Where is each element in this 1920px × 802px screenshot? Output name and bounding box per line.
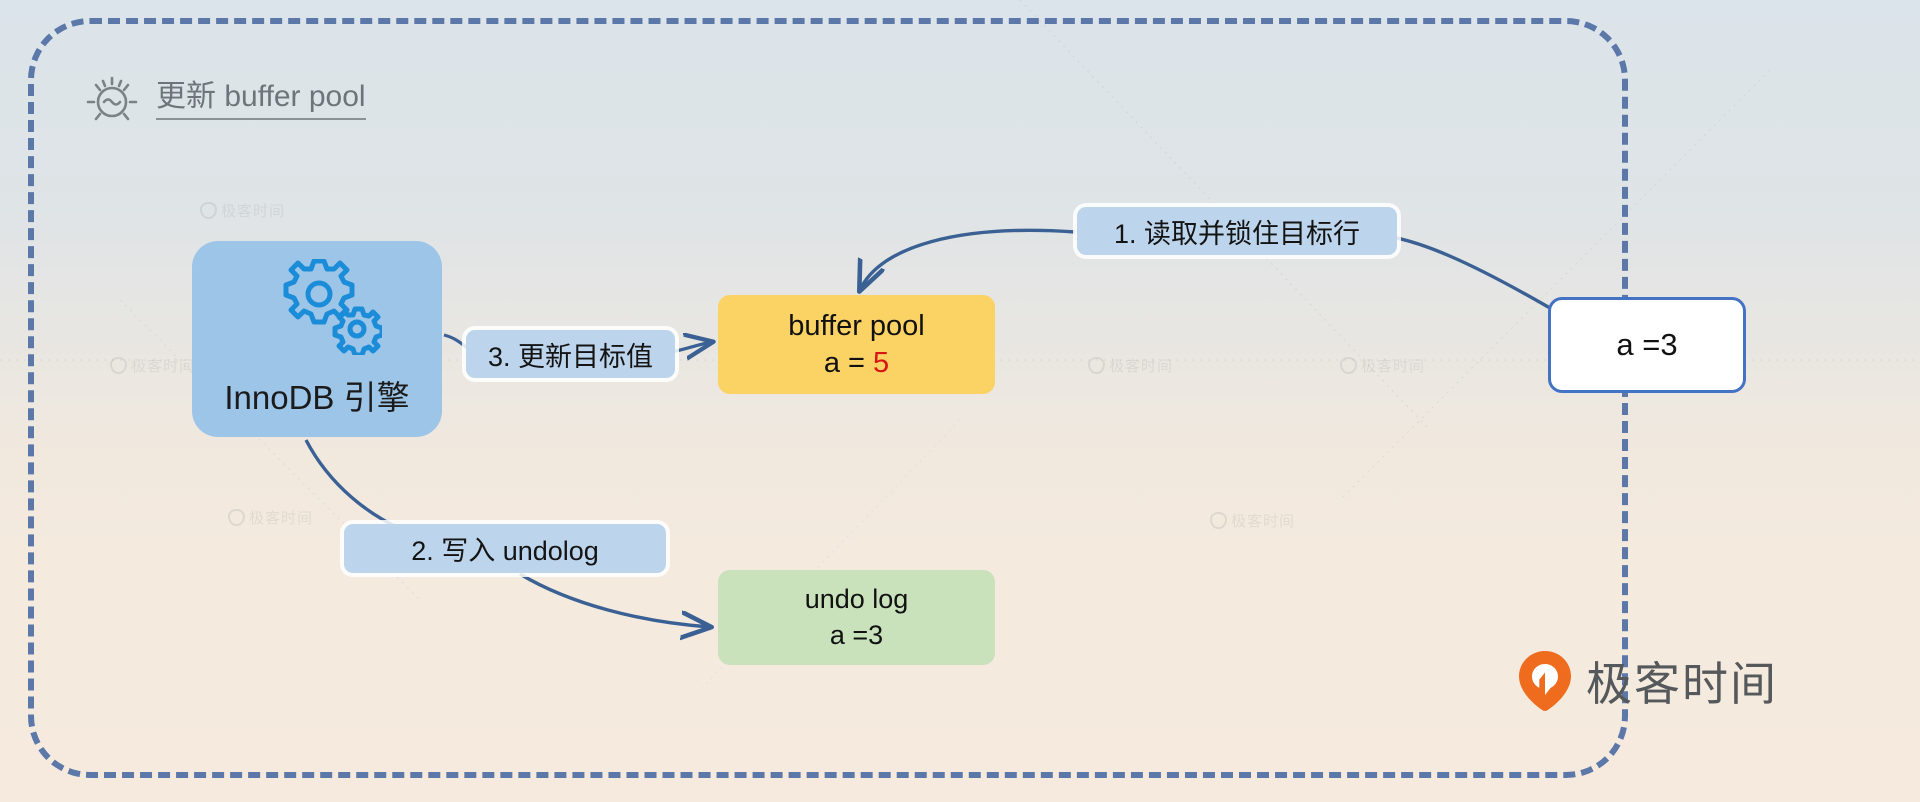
step-label-2[interactable]: 2. 写入 undolog <box>344 524 666 573</box>
geektime-logo-text: 极客时间 <box>1586 658 1778 710</box>
buffer-pool-var: a = <box>823 346 874 379</box>
node-table-row[interactable]: a =3 <box>1548 297 1746 393</box>
node-undo-log-value: a =3 <box>829 619 884 650</box>
lightbulb-icon <box>86 76 138 121</box>
step-label-3-text: 3. 更新目标值 <box>487 341 654 372</box>
node-buffer-pool-title: buffer pool <box>788 310 925 343</box>
node-innodb[interactable]: InnoDB 引擎 <box>192 241 442 437</box>
geektime-logo: 极客时间 <box>1518 648 1778 714</box>
node-innodb-label: InnoDB 引擎 <box>224 379 410 416</box>
node-undo-log[interactable]: undo log a =3 <box>718 570 995 665</box>
gears-icon <box>283 259 382 355</box>
step-label-1-text: 1. 读取并锁住目标行 <box>1113 218 1361 249</box>
step-label-1[interactable]: 1. 读取并锁住目标行 <box>1077 207 1397 255</box>
step-label-3[interactable]: 3. 更新目标值 <box>466 330 675 378</box>
node-buffer-pool-value-row: a = 5 <box>824 345 889 381</box>
page-title: 更新 buffer pool <box>86 72 366 128</box>
geektime-pin-icon <box>1519 651 1571 711</box>
node-table-row-value: a =3 <box>1616 327 1678 362</box>
node-undo-log-title: undo log <box>804 584 909 615</box>
step-label-2-text: 2. 写入 undolog <box>411 536 599 566</box>
node-buffer-pool[interactable]: buffer pool a = 5 <box>718 295 995 394</box>
buffer-pool-value: 5 <box>873 346 890 379</box>
page-title-text: 更新 buffer pool <box>156 80 366 120</box>
diagram-canvas: 极客时间 极客时间 极客时间 极客时间 极客时间 极客时间 更新 buffer … <box>0 0 1920 802</box>
